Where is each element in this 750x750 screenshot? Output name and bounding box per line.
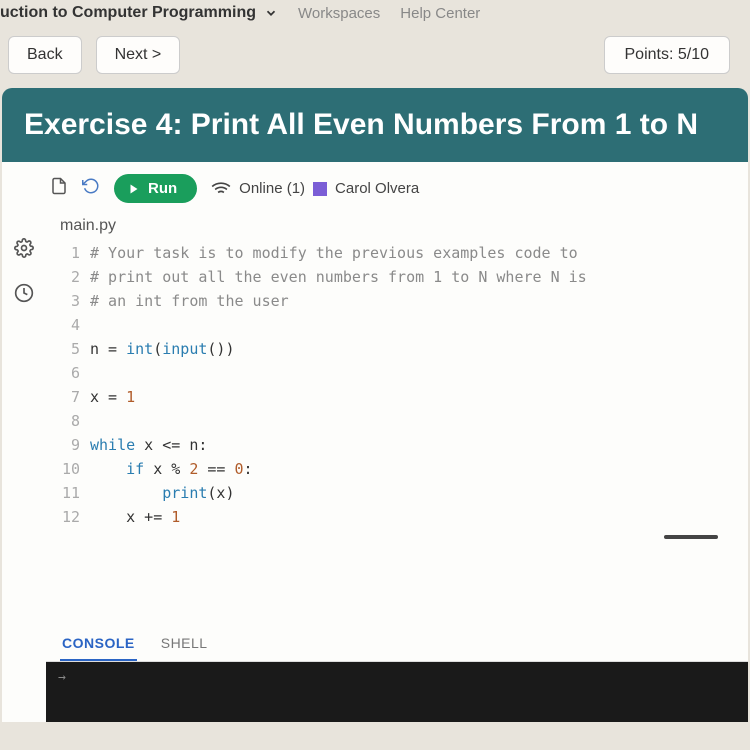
online-status: Online (1) Carol Olvera — [211, 179, 419, 199]
console-prompt: → — [58, 670, 66, 685]
editor-main: Run Online (1) Carol Olvera main.py 1234… — [46, 162, 748, 722]
line-gutter: 123456789101112 — [46, 241, 90, 529]
resize-handle[interactable] — [664, 535, 718, 539]
code-content[interactable]: # Your task is to modify the previous ex… — [90, 241, 748, 529]
username: Carol Olvera — [335, 180, 419, 197]
wifi-icon — [211, 179, 231, 199]
console-tab[interactable]: CONSOLE — [60, 627, 137, 661]
exercise-title: Exercise 4: Print All Even Numbers From … — [2, 88, 748, 162]
nav-row: Back Next > Points: 5/10 — [0, 26, 750, 88]
console-tabs: CONSOLE SHELL — [46, 627, 748, 662]
refresh-icon[interactable] — [82, 177, 100, 200]
course-title-text: uction to Computer Programming — [0, 4, 256, 22]
course-dropdown[interactable]: uction to Computer Programming — [0, 4, 278, 22]
shell-tab[interactable]: SHELL — [159, 627, 210, 661]
next-button[interactable]: Next > — [96, 36, 181, 74]
editor-toolbar: Run Online (1) Carol Olvera — [46, 162, 748, 211]
run-label: Run — [148, 180, 177, 197]
run-button[interactable]: Run — [114, 174, 197, 203]
code-editor[interactable]: 123456789101112 # Your task is to modify… — [46, 239, 748, 529]
online-text: Online (1) — [239, 180, 305, 197]
back-button[interactable]: Back — [8, 36, 82, 74]
chevron-down-icon — [264, 6, 278, 20]
points-display: Points: 5/10 — [604, 36, 731, 74]
filename-tab[interactable]: main.py — [46, 211, 748, 239]
workspaces-link[interactable]: Workspaces — [298, 5, 380, 22]
file-icon[interactable] — [50, 177, 68, 200]
user-color-swatch — [313, 182, 327, 196]
help-center-link[interactable]: Help Center — [400, 5, 480, 22]
settings-icon[interactable] — [14, 238, 34, 263]
top-nav: uction to Computer Programming Workspace… — [0, 0, 750, 26]
console-output[interactable]: → — [46, 662, 748, 722]
side-icon-bar — [2, 162, 46, 722]
editor-container: Run Online (1) Carol Olvera main.py 1234… — [2, 162, 748, 722]
history-icon[interactable] — [14, 283, 34, 308]
